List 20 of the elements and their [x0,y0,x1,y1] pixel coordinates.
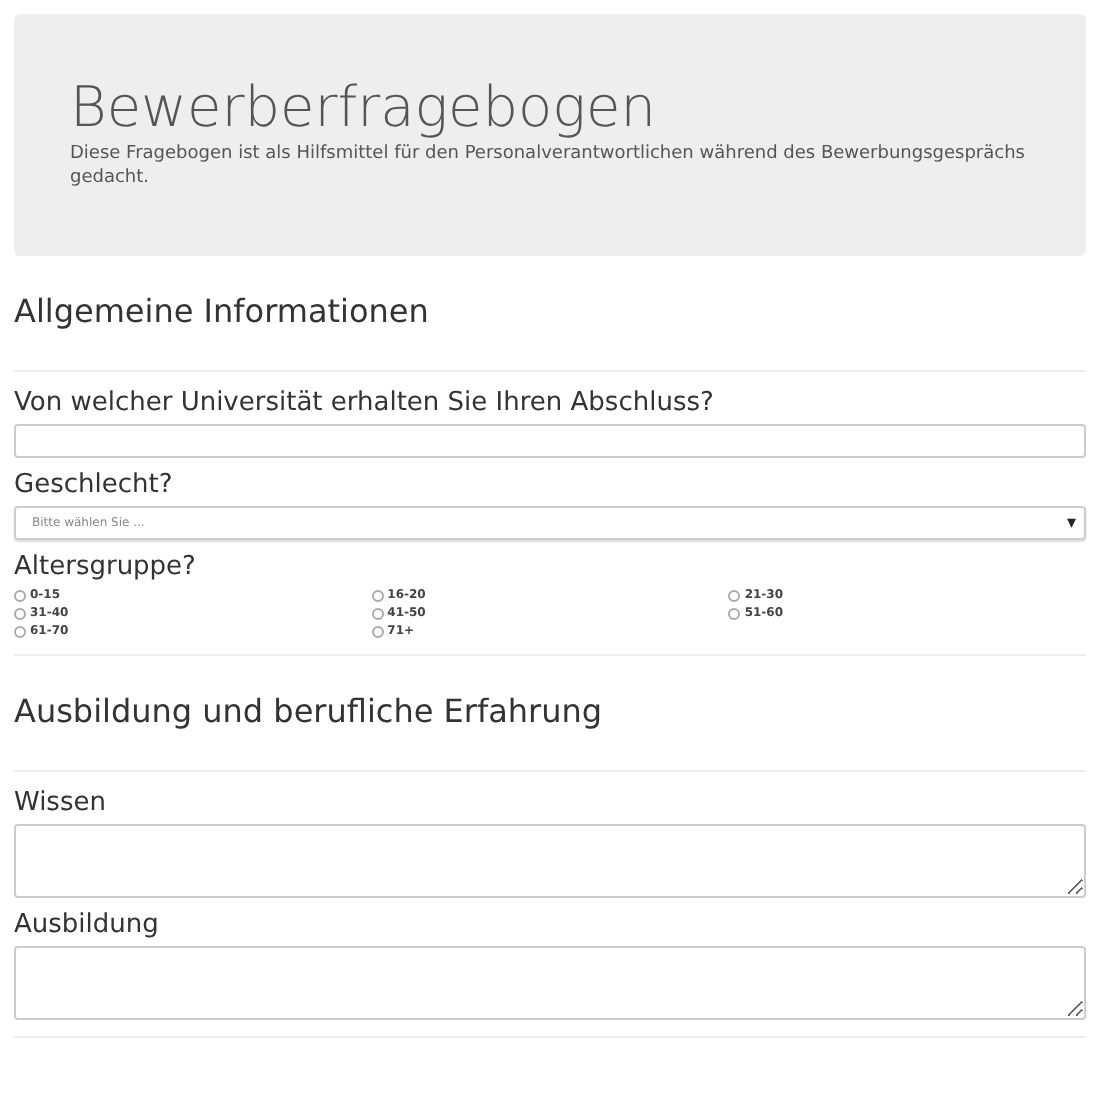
radio-icon[interactable] [371,607,384,619]
radio-icon[interactable] [728,607,741,619]
field-label: Von welcher Universität erhalten Sie Ihren Abschluss? [14,388,716,418]
text-area[interactable] [14,824,1086,898]
page-description: Diese Fragebogen ist als Hilfsmittel für den Personalverantwortlichen während des Bewerbungsgesprächs gedacht. [70,142,1027,190]
radio-icon[interactable] [14,625,26,637]
radio-icon[interactable] [728,589,741,601]
section-title: Allgemeine Informationen [14,256,1086,372]
radio-icon[interactable] [371,589,384,601]
radio-icon[interactable] [371,625,384,637]
field-label: Geschlecht? [14,470,175,500]
text-area[interactable] [14,946,1086,1020]
field-label: Ausbildung [14,910,161,940]
section-title: Ausbildung und berufliche Erfahrung [14,656,1086,772]
radio-icon[interactable] [14,589,26,601]
text-input[interactable] [14,424,1086,458]
radio-icon[interactable] [14,607,26,619]
field-label: Wissen [14,788,108,818]
page-title: Bewerberfragebogen [70,74,658,142]
field-label: Altersgruppe? [14,552,198,582]
